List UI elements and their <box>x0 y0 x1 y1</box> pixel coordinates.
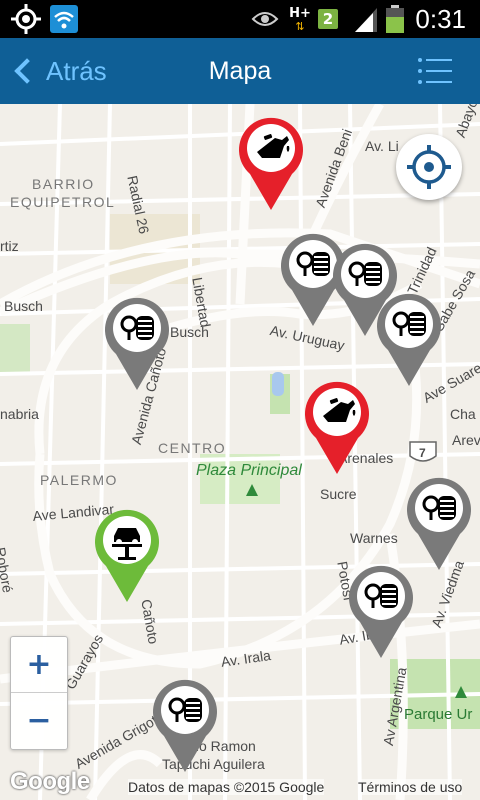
street-label: nabria <box>0 406 39 422</box>
list-menu-icon[interactable] <box>418 58 452 84</box>
tire-service-marker[interactable] <box>346 564 416 660</box>
tire-service-marker[interactable] <box>404 476 474 572</box>
street-label: Sucre <box>320 486 357 502</box>
street-label: Warnes <box>350 530 398 546</box>
tire-service-marker[interactable] <box>374 292 444 388</box>
signal-icon <box>352 0 380 38</box>
wifi-icon <box>48 0 80 38</box>
zoom-out-button[interactable]: − <box>11 693 67 748</box>
locate-button[interactable] <box>396 134 462 200</box>
street-label: Arev <box>452 432 480 448</box>
gps-icon <box>8 0 44 38</box>
district-label: EQUIPETROL <box>10 194 116 210</box>
car-lift-marker[interactable] <box>92 508 162 604</box>
page-title: Mapa <box>208 57 272 85</box>
network-type: H+ <box>289 5 311 21</box>
district-label: PALERMO <box>40 472 118 488</box>
map-view[interactable]: BARRIO EQUIPETROL Radial 26 Avenida Beni… <box>0 104 480 800</box>
sim-badge-icon: 2 <box>316 0 340 38</box>
zoom-in-button[interactable]: + <box>11 637 67 693</box>
street-label: Busch <box>4 298 43 314</box>
sim-slot: 2 <box>317 9 339 29</box>
status-bar: H+ ⇅ 2 0:31 <box>0 0 480 38</box>
park-label: Plaza Principal <box>196 462 302 479</box>
street-label: Busch <box>170 324 209 340</box>
oil-change-marker[interactable] <box>236 116 306 212</box>
terms-link[interactable]: Términos de uso <box>358 779 463 795</box>
crosshair-locate-icon <box>407 145 451 189</box>
district-label: CENTRO <box>158 440 227 456</box>
data-arrows-icon: H+ ⇅ <box>289 5 311 33</box>
route-7-label: 7 <box>419 446 426 460</box>
district-label: BARRIO <box>32 176 95 192</box>
street-label: Av. Li <box>365 138 399 154</box>
street-label: rtiz <box>0 238 19 254</box>
battery-icon <box>384 0 406 38</box>
park-label: Parque Ur <box>404 706 473 723</box>
zoom-control: + − <box>10 636 68 750</box>
map-footer: Google Datos de mapas ©2015 Google Térmi… <box>0 768 480 800</box>
oil-change-marker[interactable] <box>302 380 372 476</box>
tire-service-marker[interactable] <box>150 678 220 774</box>
street-label: Cha <box>450 406 476 422</box>
tire-service-marker[interactable] <box>102 296 172 392</box>
eye-icon <box>250 0 280 38</box>
google-logo: Google <box>10 768 90 795</box>
map-attribution: Datos de mapas ©2015 Google <box>128 779 325 795</box>
app-bar: Atrás Mapa <box>0 38 480 104</box>
clock: 0:31 <box>415 3 466 34</box>
